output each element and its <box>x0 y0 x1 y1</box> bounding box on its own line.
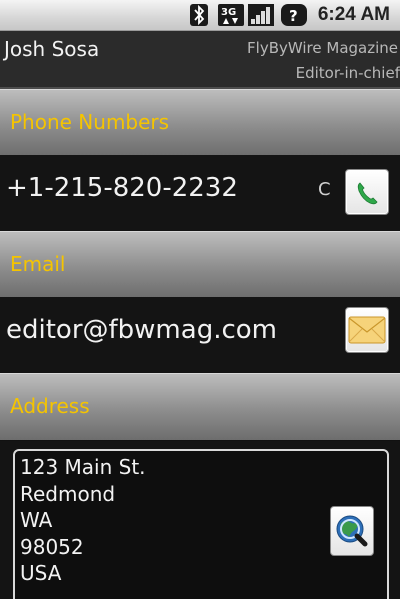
contact-name: Josh Sosa <box>4 37 100 61</box>
section-header-address: Address <box>0 373 400 440</box>
phone-number-row[interactable]: +1-215-820-2232 C <box>0 155 400 231</box>
section-header-email: Email <box>0 231 400 298</box>
section-header-phone-numbers: Phone Numbers <box>0 89 400 156</box>
3g-data-icon: 3G <box>218 4 244 26</box>
phone-number[interactable]: +1-215-820-2232 <box>6 173 238 203</box>
envelope-icon <box>348 316 386 344</box>
send-email-button[interactable] <box>345 307 389 353</box>
svg-text:?: ? <box>289 7 298 25</box>
map-search-button[interactable] <box>330 506 374 556</box>
status-bar: 3G ? 6:24 AM <box>0 0 400 31</box>
email-address[interactable]: editor@fbwmag.com <box>6 315 277 345</box>
contact-header: Josh Sosa FlyByWire Magazine Editor-in-c… <box>0 31 400 89</box>
address-street: 123 Main St. <box>20 455 146 479</box>
contact-details-screen: 3G ? 6:24 AM Josh Sosa FlyByWire Magazin… <box>0 0 400 599</box>
bluetooth-icon <box>190 4 208 26</box>
address-state: WA <box>20 508 53 532</box>
status-time: 6:24 AM <box>317 4 390 25</box>
section-heading-phone-numbers: Phone Numbers <box>10 110 170 134</box>
signal-icon <box>248 4 274 26</box>
address-country: USA <box>20 561 62 585</box>
contact-company: FlyByWire Magazine <box>247 39 398 57</box>
map-search-icon <box>336 515 368 547</box>
address-zip: 98052 <box>20 535 84 559</box>
phone-type-label: C <box>318 179 331 200</box>
phone-icon <box>357 182 378 205</box>
section-heading-address: Address <box>10 394 90 418</box>
call-button[interactable] <box>345 169 389 215</box>
address-city: Redmond <box>20 482 116 506</box>
unknown-notification-icon: ? <box>281 4 307 26</box>
email-row[interactable]: editor@fbwmag.com <box>0 297 400 373</box>
section-heading-email: Email <box>10 252 66 276</box>
contact-title: Editor-in-chief <box>295 64 400 82</box>
svg-text:3G: 3G <box>221 7 236 18</box>
